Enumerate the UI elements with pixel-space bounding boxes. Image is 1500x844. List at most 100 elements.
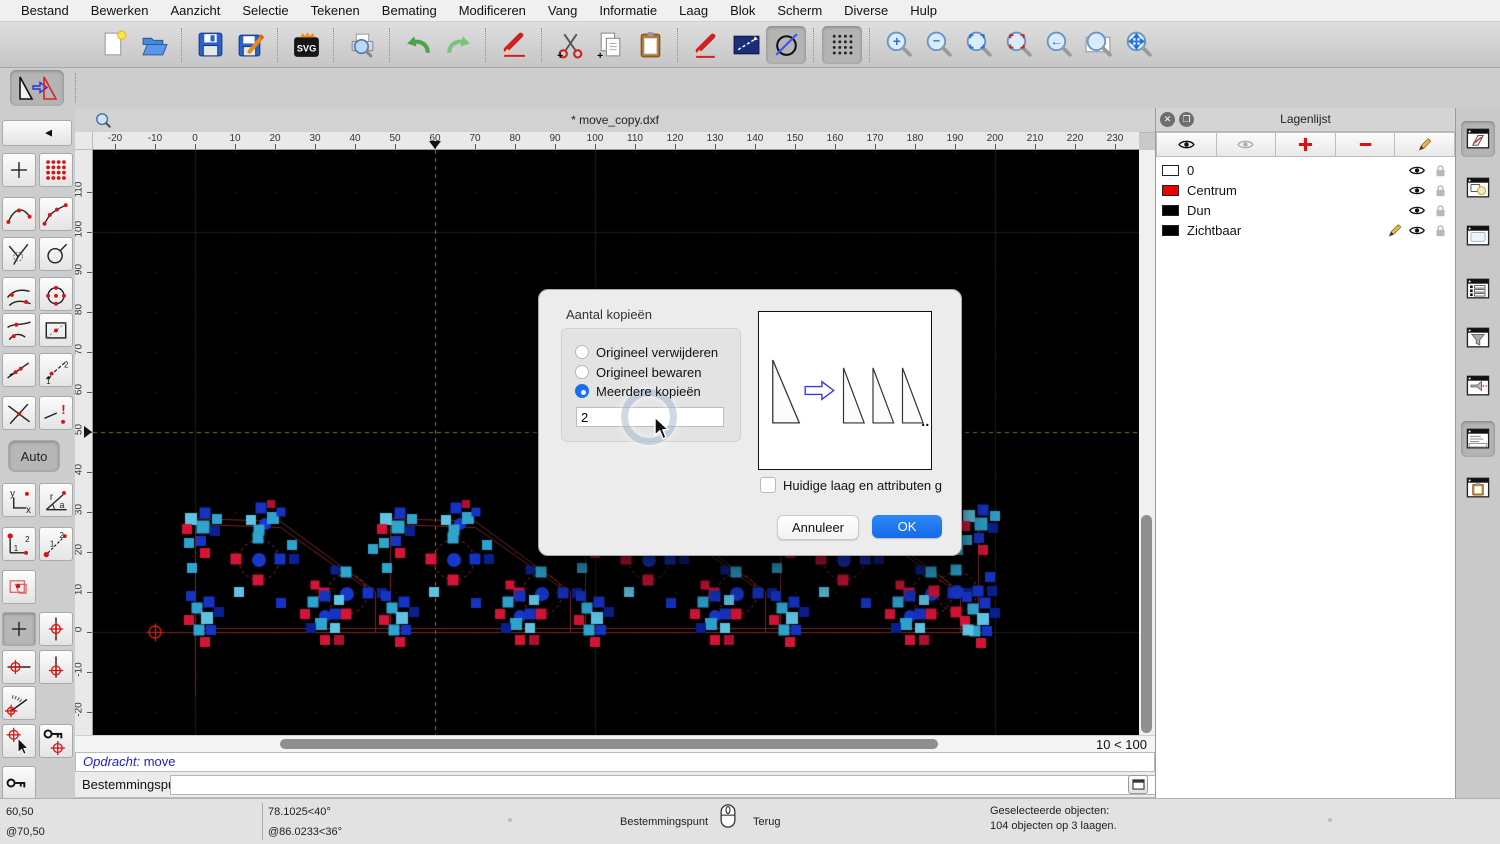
command-options-button[interactable] <box>1128 775 1148 794</box>
menu-vang[interactable]: Vang <box>537 0 588 22</box>
close-panel-icon[interactable]: ✕ <box>1160 112 1175 127</box>
snap-reference-button[interactable]: 12 <box>39 353 73 387</box>
snap-intersection-auto-button[interactable] <box>2 237 36 271</box>
snap-points-button[interactable] <box>39 197 73 231</box>
crosshair-plus-button[interactable] <box>2 153 36 187</box>
coord-relative-button[interactable]: 12 <box>2 527 36 561</box>
paste-button[interactable] <box>630 26 670 64</box>
menu-bestand[interactable]: Bestand <box>10 0 80 22</box>
copy-button[interactable]: + <box>590 26 630 64</box>
zoom-out-button[interactable]: − <box>918 26 958 64</box>
layer-color-swatch[interactable] <box>1162 225 1179 236</box>
radio-option-2[interactable]: Origineel bewaren <box>575 364 702 380</box>
auto-button[interactable]: Auto <box>8 440 60 472</box>
menu-laag[interactable]: Laag <box>668 0 719 22</box>
snap-middle-button[interactable] <box>39 313 73 347</box>
restrict-vertical-button[interactable] <box>39 650 73 684</box>
layer-lock-icon[interactable] <box>1431 224 1449 237</box>
snap-on-entity-button[interactable] <box>2 313 36 347</box>
lock-relative-zero-button[interactable] <box>39 724 73 758</box>
menu-scherm[interactable]: Scherm <box>766 0 833 22</box>
detach-panel-icon[interactable]: ❐ <box>1179 112 1194 127</box>
layer-row-0[interactable]: 0 <box>1156 160 1455 180</box>
add-layer-button[interactable] <box>1276 132 1336 157</box>
dock-clipboard-button[interactable] <box>1461 470 1495 506</box>
menu-aanzicht[interactable]: Aanzicht <box>160 0 232 22</box>
lock-zero-button[interactable] <box>2 766 36 800</box>
menu-blok[interactable]: Blok <box>719 0 766 22</box>
snap-free-button[interactable] <box>2 197 36 231</box>
layer-visibility-icon[interactable] <box>1408 184 1426 197</box>
menu-informatie[interactable]: Informatie <box>588 0 668 22</box>
dock-pen-button[interactable] <box>1461 368 1495 404</box>
menu-tekenen[interactable]: Tekenen <box>300 0 371 22</box>
menu-diverse[interactable]: Diverse <box>833 0 899 22</box>
set-relative-zero-button[interactable] <box>2 724 36 758</box>
undo-button[interactable] <box>398 26 438 64</box>
horizontal-scrollbar-thumb[interactable] <box>280 739 938 749</box>
menu-hulp[interactable]: Hulp <box>899 0 948 22</box>
layer-row-Zichtbaar[interactable]: Zichtbaar <box>1156 220 1455 240</box>
layer-lock-icon[interactable] <box>1431 184 1449 197</box>
svg-export-button[interactable]: SVG <box>286 26 326 64</box>
zoom-previous-button[interactable]: ← <box>1038 26 1078 64</box>
layer-visibility-icon[interactable] <box>1408 224 1426 237</box>
coord-relative-polar-button[interactable]: 12 <box>39 527 73 561</box>
snap-entity-button[interactable] <box>39 237 73 271</box>
snap-intersection-button[interactable] <box>2 396 36 430</box>
layer-row-Centrum[interactable]: Centrum <box>1156 180 1455 200</box>
dock-blocks-button[interactable] <box>1461 170 1495 206</box>
restrict-orthogonal-button[interactable] <box>39 612 73 646</box>
save-as-button[interactable] <box>230 26 270 64</box>
new-file-button[interactable] <box>94 26 134 64</box>
dock-properties-button[interactable] <box>1461 271 1495 307</box>
radio-unselected[interactable] <box>575 345 589 359</box>
remove-layer-button[interactable] <box>1336 132 1396 157</box>
coord-cartesian-button[interactable]: yx <box>2 483 36 517</box>
zoom-window-button[interactable] <box>998 26 1038 64</box>
back-button[interactable]: ◀ <box>2 120 72 146</box>
edit-layer-button[interactable] <box>1395 132 1455 157</box>
layer-color-swatch[interactable] <box>1162 205 1179 216</box>
menu-selectie[interactable]: Selectie <box>231 0 299 22</box>
cancel-button[interactable]: Annuleer <box>777 515 859 540</box>
hide-all-eye-button[interactable] <box>1217 132 1277 157</box>
dock-layers-button[interactable] <box>1461 121 1495 157</box>
pencil-button[interactable] <box>686 26 726 64</box>
layer-color-swatch[interactable] <box>1162 185 1179 196</box>
layer-row-Dun[interactable]: Dun <box>1156 200 1455 220</box>
layer-visibility-icon[interactable] <box>1408 164 1426 177</box>
layer-lock-icon[interactable] <box>1431 164 1449 177</box>
radio-option-1[interactable]: Origineel verwijderen <box>575 344 718 360</box>
layer-visibility-icon[interactable] <box>1408 204 1426 217</box>
menu-bemating[interactable]: Bemating <box>371 0 448 22</box>
zoom-auto-button[interactable] <box>958 26 998 64</box>
vertical-scrollbar[interactable] <box>1139 150 1155 735</box>
snap-tangent-button[interactable] <box>2 277 36 311</box>
radio-option-3[interactable]: Meerdere kopieën <box>575 383 701 399</box>
restrict-off-button[interactable] <box>2 612 36 646</box>
grid-snap-button[interactable] <box>39 153 73 187</box>
restrict-shape-button[interactable] <box>2 570 36 604</box>
radio-selected[interactable] <box>575 384 589 398</box>
angle-protractor-button[interactable] <box>2 686 36 720</box>
menu-bewerken[interactable]: Bewerken <box>80 0 160 22</box>
dock-command-line-button[interactable] <box>1461 421 1495 457</box>
zoom-in-button[interactable]: + <box>878 26 918 64</box>
move-copy-tool-button[interactable] <box>10 70 64 106</box>
cut-button[interactable]: + <box>550 26 590 64</box>
menu-modificeren[interactable]: Modificeren <box>448 0 537 22</box>
horizontal-scrollbar[interactable]: 10 < 100 <box>75 735 1155 752</box>
coord-polar-button[interactable]: ra <box>39 483 73 517</box>
zoom-selection-button[interactable] <box>1078 26 1118 64</box>
layer-color-swatch[interactable] <box>1162 165 1179 176</box>
ok-button[interactable]: OK <box>872 515 942 538</box>
snap-distance-button[interactable] <box>2 353 36 387</box>
snap-perpendicular-button[interactable]: ! <box>39 396 73 430</box>
zoom-pan-button[interactable] <box>1118 26 1158 64</box>
eraser-button[interactable] <box>494 26 534 64</box>
print-preview-button[interactable] <box>342 26 382 64</box>
snap-center-button[interactable] <box>39 277 73 311</box>
vertical-scrollbar-thumb[interactable] <box>1141 515 1152 733</box>
layer-lock-icon[interactable] <box>1431 204 1449 217</box>
